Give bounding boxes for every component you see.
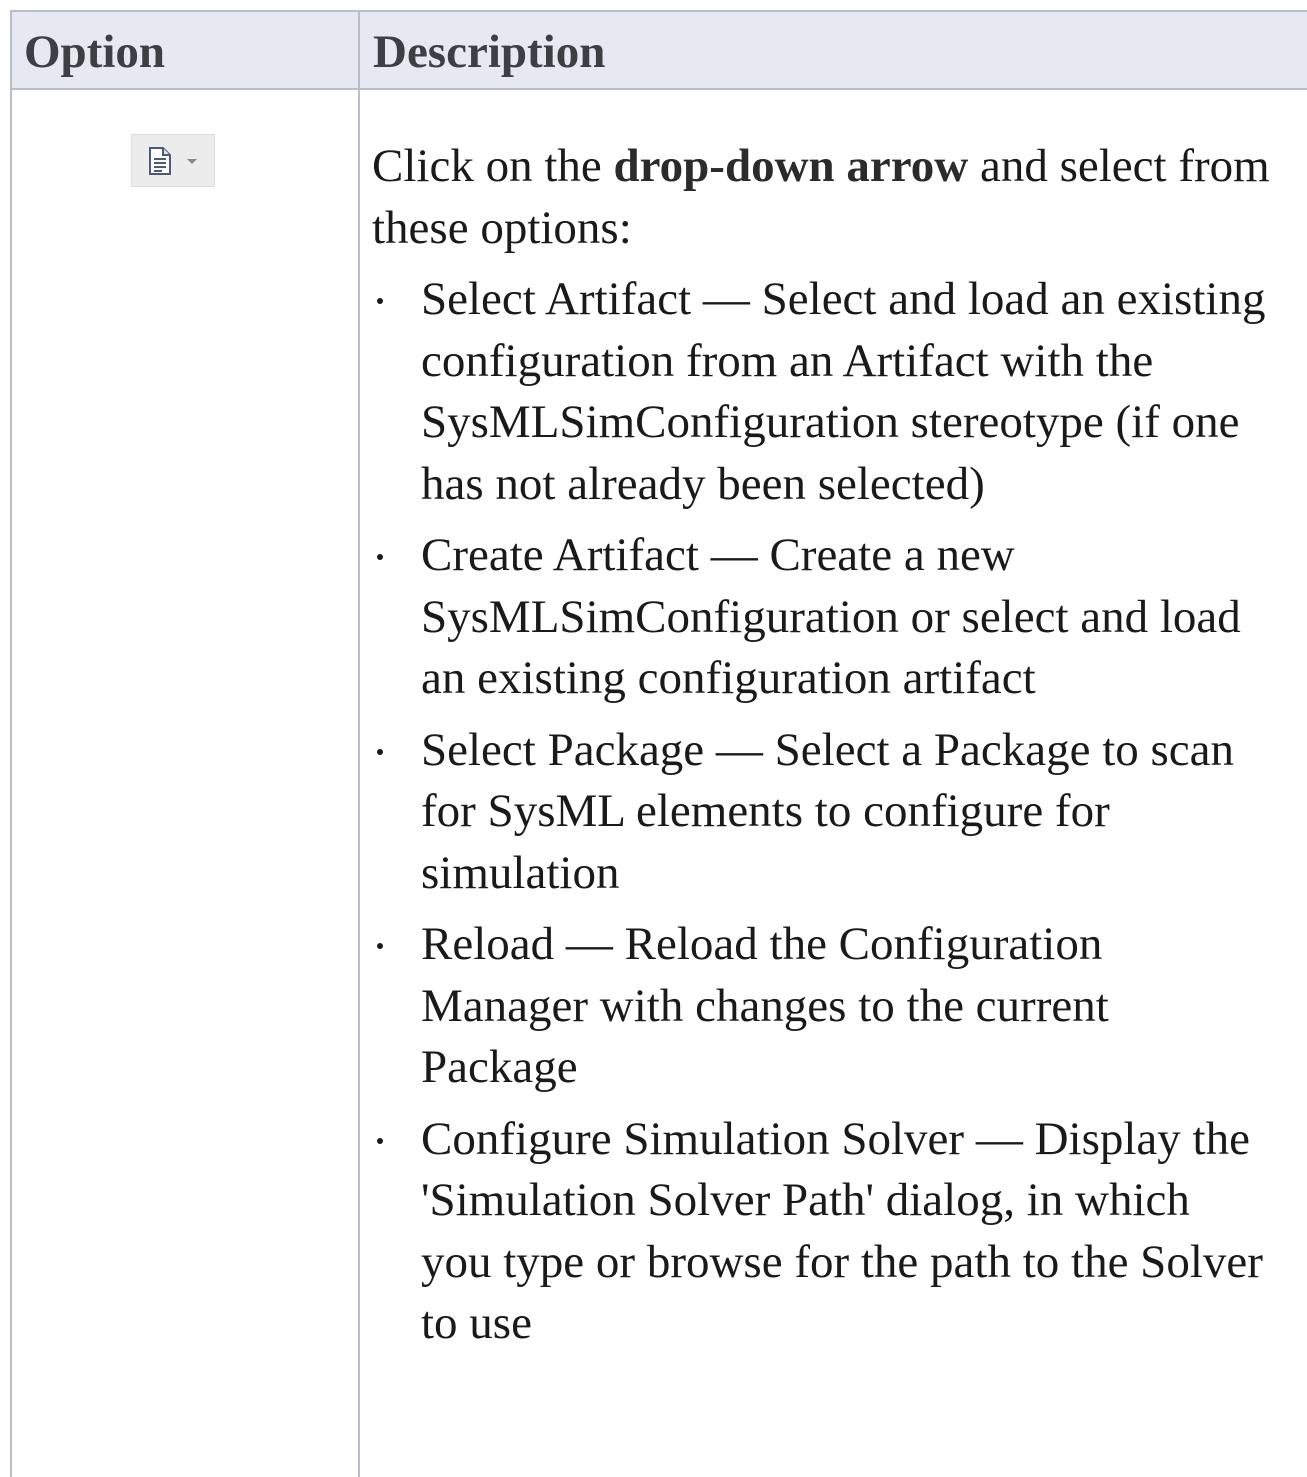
chevron-down-icon bbox=[187, 159, 197, 164]
document-icon bbox=[149, 147, 171, 175]
list-item-text: Select Artifact — Select and load an exi… bbox=[421, 273, 1266, 510]
table-header-row: Option Description bbox=[12, 12, 1307, 90]
options-list: Select Artifact — Select and load an exi… bbox=[372, 269, 1272, 1355]
intro-text: Click on the drop-down arrow and select … bbox=[372, 136, 1272, 259]
description-cell: Click on the drop-down arrow and select … bbox=[372, 136, 1272, 1365]
bullet-icon bbox=[377, 748, 383, 755]
list-item: Select Artifact — Select and load an exi… bbox=[372, 269, 1272, 515]
list-item-text: Reload — Reload the Configuration Manage… bbox=[421, 918, 1109, 1093]
intro-before: Click on the bbox=[372, 140, 614, 192]
list-item: Reload — Reload the Configuration Manage… bbox=[372, 914, 1272, 1099]
document-dropdown-button[interactable] bbox=[131, 134, 215, 187]
list-item: Configure Simulation Solver — Display th… bbox=[372, 1109, 1272, 1355]
list-item: Create Artifact — Create a new SysMLSimC… bbox=[372, 525, 1272, 710]
intro-bold: drop-down arrow bbox=[613, 140, 969, 192]
header-description: Description bbox=[373, 26, 606, 78]
list-item: Select Package — Select a Package to sca… bbox=[372, 720, 1272, 905]
list-item-text: Select Package — Select a Package to sca… bbox=[421, 723, 1235, 899]
bullet-icon bbox=[377, 298, 383, 304]
bullet-icon bbox=[377, 554, 383, 560]
list-item-text: Configure Simulation Solver — Display th… bbox=[421, 1112, 1263, 1350]
bullet-icon bbox=[377, 1137, 383, 1144]
list-item-text: Create Artifact — Create a new SysMLSimC… bbox=[421, 529, 1241, 704]
header-option: Option bbox=[24, 26, 166, 78]
column-divider bbox=[358, 12, 360, 1477]
bullet-icon bbox=[377, 943, 383, 949]
